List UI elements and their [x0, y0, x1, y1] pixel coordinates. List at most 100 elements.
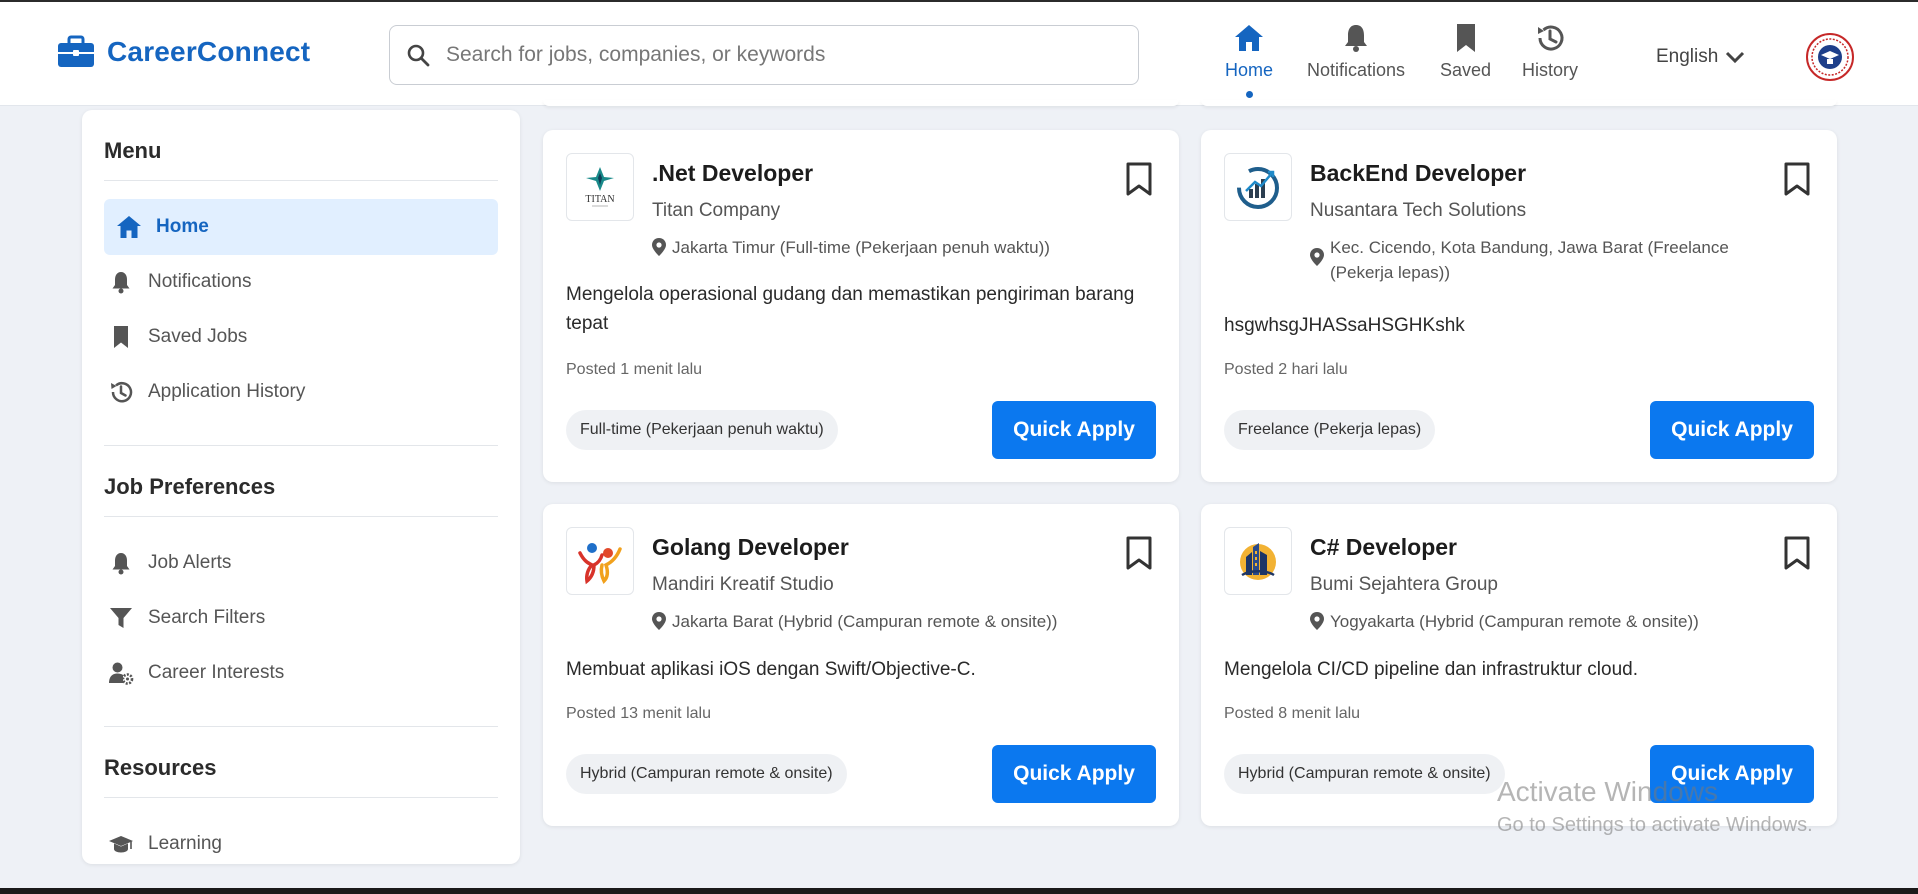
job-card-partial	[1201, 100, 1837, 106]
bookmark-icon[interactable]	[1125, 162, 1153, 196]
location-text: Jakarta Barat (Hybrid (Campuran remote &…	[672, 612, 1058, 631]
company-name: Mandiri Kreatif Studio	[652, 574, 834, 595]
building-logo-icon	[1240, 543, 1276, 580]
location-pin-icon	[652, 612, 666, 630]
posted-time: Posted 2 hari lalu	[1224, 361, 1348, 378]
chevron-down-icon	[1726, 51, 1745, 64]
job-title[interactable]: C# Developer	[1310, 534, 1457, 561]
nav-notifications-label: Notifications	[1307, 60, 1406, 80]
bookmark-icon[interactable]	[1783, 536, 1811, 570]
nav-history[interactable]: History	[1522, 22, 1578, 81]
filter-icon	[110, 608, 132, 628]
search-icon	[407, 44, 430, 67]
sidebar-item-label: Saved Jobs	[148, 326, 248, 347]
bookmark-icon	[114, 326, 128, 348]
job-card[interactable]: Golang Developer Mandiri Kreatif Studio …	[543, 504, 1179, 826]
nav-home[interactable]: Home	[1225, 22, 1273, 98]
posted-time: Posted 13 menit lalu	[566, 705, 711, 722]
preferences-list: Job Alerts Search Filters Career Interes…	[104, 517, 498, 726]
sidebar-item-label: Notifications	[148, 271, 252, 292]
location-pin-icon	[1310, 612, 1324, 630]
resources-list: Learning	[104, 798, 498, 864]
nav-saved[interactable]: Saved	[1440, 22, 1491, 81]
quick-apply-button[interactable]: Quick Apply	[1650, 401, 1814, 459]
history-icon	[111, 381, 133, 403]
job-description: Mengelola CI/CD pipeline dan infrastrukt…	[1224, 659, 1638, 680]
watermark-subtitle: Go to Settings to activate Windows.	[1497, 814, 1813, 836]
location-text: Yogyakarta (Hybrid (Campuran remote & on…	[1330, 612, 1699, 631]
sidebar-item-label: Learning	[148, 833, 222, 854]
nav-notifications[interactable]: Notifications	[1307, 22, 1405, 81]
sidebar-item-search-filters[interactable]: Search Filters	[104, 590, 498, 646]
resources-title: Resources	[104, 727, 498, 798]
graduation-cap-icon	[109, 836, 133, 853]
job-card[interactable]: TITAN .Net Developer Titan Company Jakar…	[543, 130, 1179, 482]
job-location: Kec. Cicendo, Kota Bandung, Jawa Barat (…	[1310, 236, 1750, 285]
employment-type-badge: Hybrid (Campuran remote & onsite)	[1224, 754, 1505, 794]
home-icon	[117, 216, 141, 238]
bookmark-icon[interactable]	[1783, 162, 1811, 196]
location-text: Kec. Cicendo, Kota Bandung, Jawa Barat (…	[1330, 238, 1729, 282]
job-card[interactable]: BackEnd Developer Nusantara Tech Solutio…	[1201, 130, 1837, 482]
job-location: Yogyakarta (Hybrid (Campuran remote & on…	[1310, 610, 1790, 635]
company-logo	[1224, 527, 1292, 595]
university-seal-icon	[1811, 38, 1849, 76]
employment-type-badge: Freelance (Pekerja lepas)	[1224, 410, 1436, 450]
nav-saved-label: Saved	[1440, 60, 1492, 80]
titan-logo-icon: TITAN	[585, 167, 615, 207]
sidebar-item-label: Job Alerts	[148, 552, 232, 573]
job-description: Mengelola operasional gudang dan memasti…	[566, 284, 1135, 335]
posted-time: Posted 1 menit lalu	[566, 361, 703, 378]
bell-icon	[1345, 25, 1368, 52]
quick-apply-button[interactable]: Quick Apply	[992, 401, 1156, 459]
bell-icon	[112, 272, 130, 294]
taskbar-edge	[0, 888, 1918, 894]
job-location: Jakarta Timur (Full-time (Pekerjaan penu…	[652, 236, 1112, 261]
sidebar-item-label: Application History	[148, 381, 306, 402]
sidebar-item-label: Career Interests	[148, 662, 285, 683]
sidebar: Menu Home Notifications Saved Jobs Appli…	[82, 110, 520, 864]
avatar[interactable]	[1806, 33, 1854, 81]
sidebar-item-career-interests[interactable]: Career Interests	[104, 645, 498, 701]
sidebar-item-notifications[interactable]: Notifications	[104, 254, 498, 310]
home-icon	[1235, 25, 1263, 51]
search-input[interactable]	[446, 43, 1106, 67]
sidebar-item-learning[interactable]: Learning	[104, 816, 498, 864]
menu-title: Menu	[104, 110, 498, 181]
nav-history-label: History	[1522, 60, 1579, 80]
company-name: Titan Company	[652, 200, 781, 221]
sidebar-item-label: Home	[156, 216, 209, 237]
people-logo-icon	[578, 543, 622, 585]
job-title[interactable]: BackEnd Developer	[1310, 160, 1526, 187]
job-preferences-title: Job Preferences	[104, 446, 498, 517]
top-header: CareerConnect Home Notifications	[0, 2, 1918, 106]
sidebar-item-job-alerts[interactable]: Job Alerts	[104, 535, 498, 591]
sidebar-item-saved-jobs[interactable]: Saved Jobs	[104, 309, 498, 365]
brand-logo[interactable]: CareerConnect	[57, 35, 310, 69]
job-description: hsgwhsgJHASsaHSGHKshk	[1224, 315, 1465, 336]
menu-list: Home Notifications Saved Jobs Applicatio…	[104, 181, 498, 445]
sidebar-item-application-history[interactable]: Application History	[104, 364, 498, 420]
active-indicator	[1245, 91, 1253, 98]
sidebar-item-home[interactable]: Home	[104, 199, 498, 255]
location-pin-icon	[652, 238, 666, 256]
job-title[interactable]: .Net Developer	[652, 160, 813, 187]
logo-text: TITAN	[585, 194, 614, 205]
employment-type-badge: Full-time (Pekerjaan penuh waktu)	[566, 410, 838, 450]
bookmark-icon[interactable]	[1125, 536, 1153, 570]
company-name: Bumi Sejahtera Group	[1310, 574, 1498, 595]
language-label: English	[1656, 46, 1719, 67]
company-logo	[1224, 153, 1292, 221]
bell-icon	[112, 553, 130, 575]
language-selector[interactable]: English	[1656, 46, 1746, 68]
employment-type-badge: Hybrid (Campuran remote & onsite)	[566, 754, 847, 794]
watermark-title: Activate Windows	[1497, 776, 1718, 807]
briefcase-icon	[58, 35, 94, 67]
brand-name: CareerConnect	[107, 36, 311, 67]
job-title[interactable]: Golang Developer	[652, 534, 849, 561]
bar-chart-logo-icon	[1237, 167, 1279, 209]
history-icon	[1538, 25, 1564, 51]
quick-apply-button[interactable]: Quick Apply	[992, 745, 1156, 803]
windows-activation-watermark: Activate Windows Go to Settings to activ…	[1497, 776, 1813, 837]
nav-home-label: Home	[1225, 60, 1274, 80]
